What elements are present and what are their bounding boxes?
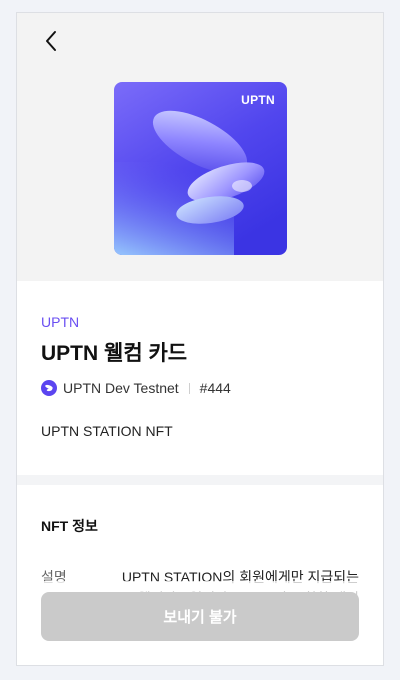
nft-details: UPTN UPTN 웰컴 카드 UPTN Dev Testnet #444 UP… [41, 313, 359, 439]
uptn-network-icon [41, 380, 57, 396]
nft-description: UPTN STATION NFT [41, 423, 173, 439]
token-id: #444 [199, 380, 231, 396]
nft-artwork [114, 82, 287, 255]
nft-info-title: NFT 정보 [41, 518, 98, 534]
nft-hero: UPTN [17, 13, 383, 281]
collection-name[interactable]: UPTN [41, 313, 359, 331]
nft-image: UPTN [114, 82, 287, 255]
chevron-left-icon [46, 31, 56, 51]
nft-meta: UPTN Dev Testnet #444 [41, 380, 359, 396]
network-name: UPTN Dev Testnet [63, 380, 179, 396]
meta-separator [188, 382, 190, 394]
section-divider [17, 475, 383, 485]
app-screen: UPTN UPTN UPTN 웰컴 카드 UPTN Dev Testnet #4… [16, 12, 384, 666]
send-button[interactable]: 보내기 불가 [41, 592, 359, 641]
nft-title: UPTN 웰컴 카드 [41, 342, 188, 365]
back-button[interactable] [37, 27, 65, 55]
nft-brand-label: UPTN [241, 93, 275, 107]
